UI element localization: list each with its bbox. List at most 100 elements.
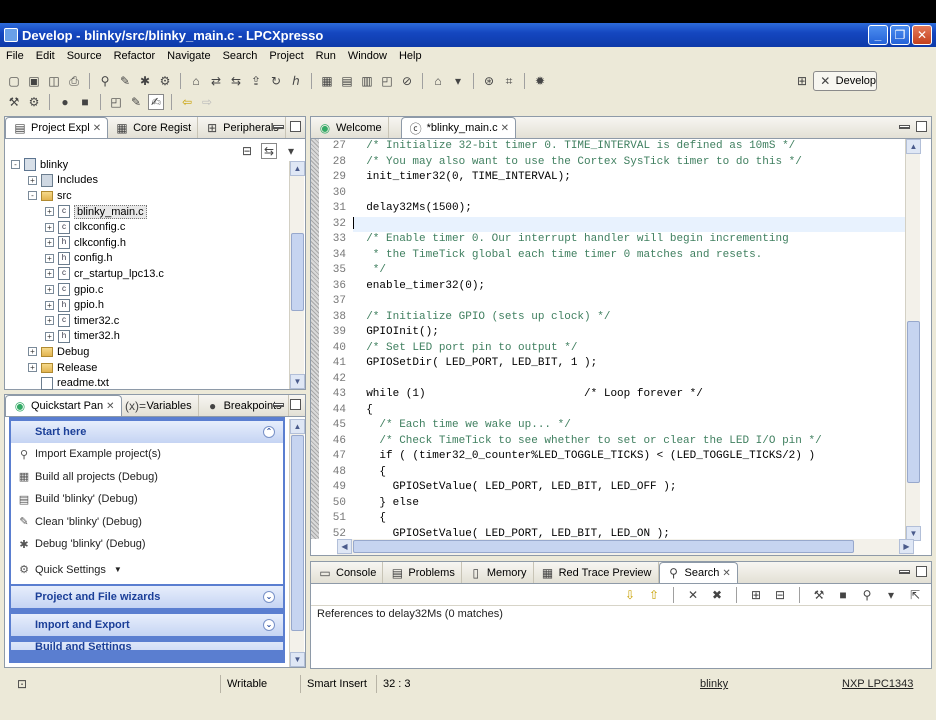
minimize-view-icon[interactable] [273, 125, 284, 129]
quick-settings-link[interactable]: ⚙ Quick Settings ▼ [11, 556, 283, 584]
tree-item[interactable]: + c cr_startup_lpc13.c [11, 266, 164, 282]
nav-dropdown-icon[interactable]: ▾ [450, 73, 466, 89]
code-line[interactable] [353, 372, 914, 388]
code-line[interactable]: init_timer32(0, TIME_INTERVAL); [353, 170, 914, 186]
scroll-left-icon[interactable]: ◀ [337, 539, 352, 554]
collapse-chevron-icon[interactable]: ⌃ [263, 426, 275, 438]
import-export-header[interactable]: Import and Export ⌄ [11, 613, 283, 636]
build-all-link[interactable]: ▦ Build all projects (Debug) [11, 466, 283, 489]
code-line[interactable]: /* You may also want to use the Cortex S… [353, 155, 914, 171]
code-editor[interactable]: 27 28 29 30 31 32 33 34 35 36 37 38 39 40 41 42 43 44 45 46… [311, 139, 931, 555]
code-line[interactable]: /* Set LED port pin to output */ [353, 341, 914, 357]
tree-item[interactable]: + Release [11, 360, 164, 376]
collapse-all-icon[interactable]: ⊟ [239, 143, 255, 159]
tab-welcome[interactable]: ◉ Welcome [311, 117, 389, 138]
scroll-down-icon[interactable]: ▼ [290, 374, 305, 389]
clean-blinky-link[interactable]: ✎ Clean 'blinky' (Debug) [11, 511, 283, 534]
export-icon[interactable]: ⇪ [248, 73, 264, 89]
menu-source[interactable]: Source [61, 50, 108, 62]
scroll-down-icon[interactable]: ▼ [290, 652, 305, 667]
scroll-thumb[interactable] [907, 321, 920, 483]
editor-vscrollbar[interactable]: ▲ ▼ [905, 139, 921, 541]
start-here-header[interactable]: Start here ⌃ [11, 421, 283, 443]
code-line[interactable]: } else [353, 496, 914, 512]
view-menu-icon[interactable]: ▾ [883, 587, 899, 603]
menu-edit[interactable]: Edit [30, 50, 61, 62]
tree-item[interactable]: + c timer32.c [11, 313, 164, 329]
maximize-button[interactable]: ❐ [890, 25, 910, 45]
code-line[interactable]: { [353, 465, 914, 481]
menu-run[interactable]: Run [310, 50, 342, 62]
code-line[interactable]: { [353, 511, 914, 527]
expand-node-icon[interactable]: + [45, 269, 54, 279]
refresh-icon[interactable]: ↻ [268, 73, 284, 89]
code-line[interactable]: /* Enable timer 0. Our interrupt handler… [353, 232, 914, 248]
tab-memory[interactable]: ▯ Memory [462, 562, 534, 583]
maximize-editor-icon[interactable] [916, 121, 927, 132]
tree-item[interactable]: + h timer32.h [11, 329, 164, 345]
home-icon[interactable]: ⌂ [430, 73, 446, 89]
build-blinky-link[interactable]: ▤ Build 'blinky' (Debug) [11, 488, 283, 511]
chip-icon[interactable]: ▦ [319, 73, 335, 89]
code-line[interactable] [353, 216, 914, 232]
target-icon[interactable]: ⊛ [481, 73, 497, 89]
expand-chevron-icon[interactable]: ⌄ [263, 618, 275, 631]
code-line[interactable]: enable_timer32(0); [353, 279, 914, 295]
settings-icon[interactable]: ⚙ [157, 73, 173, 89]
maximize-view-icon[interactable] [290, 399, 301, 410]
expand-node-icon[interactable]: + [45, 316, 54, 326]
cancel-search-icon[interactable]: ■ [835, 587, 851, 603]
collapse-all-icon[interactable]: ⊟ [772, 587, 788, 603]
tree-item[interactable]: + c gpio.c [11, 282, 164, 298]
build-config-icon[interactable]: ⚙ [26, 94, 42, 110]
tab-search[interactable]: ⚲ Search ✕ [658, 562, 738, 583]
project-wizards-header[interactable]: Project and File wizards ⌄ [11, 585, 283, 608]
expand-node-icon[interactable]: + [45, 285, 54, 295]
bug-icon[interactable]: ✱ [137, 73, 153, 89]
forward-icon[interactable]: ⇨ [199, 94, 215, 110]
new-icon[interactable]: ▢ [6, 73, 22, 89]
develop-perspective-button[interactable]: ✕ Develop [813, 71, 877, 91]
expand-node-icon[interactable]: + [28, 363, 37, 373]
close-tab-icon[interactable]: ✕ [106, 401, 114, 412]
filter-icon[interactable]: ⌗ [501, 73, 517, 89]
import-example-link[interactable]: ⚲ Import Example project(s) [11, 443, 283, 466]
search-history-icon[interactable]: ⚲ [859, 587, 875, 603]
code-line[interactable]: /* Each time we wake up... */ [353, 418, 914, 434]
tree-item[interactable]: + h gpio.h [11, 297, 164, 313]
tree-item[interactable]: - src [11, 188, 164, 204]
expand-node-icon[interactable]: + [45, 222, 54, 232]
debug-run-icon[interactable]: ⚲ [97, 73, 113, 89]
highlight-icon[interactable]: ✍ [148, 94, 164, 110]
tab-quickstart[interactable]: ◉ Quickstart Pan ✕ [5, 395, 122, 416]
save-all-icon[interactable]: ◫ [46, 73, 62, 89]
target-status[interactable]: NXP LPC1343 [836, 675, 932, 693]
expand-node-icon[interactable]: + [45, 300, 54, 310]
stop-icon[interactable]: ■ [77, 94, 93, 110]
tab-project-explorer[interactable]: ▤ Project Expl ✕ [5, 117, 109, 138]
open-perspective-icon[interactable]: ⊞ [794, 73, 810, 89]
close-tab-icon[interactable]: ✕ [93, 123, 101, 134]
tree-item[interactable]: + c clkconfig.c [11, 219, 164, 235]
open-type-icon[interactable]: ⇄ [208, 73, 224, 89]
header-icon[interactable]: ℎ [288, 73, 304, 89]
quickstart-scrollbar[interactable]: ▲ ▼ [289, 419, 305, 667]
code-line[interactable]: * the TimeTick global each time timer 0 … [353, 248, 914, 264]
tab-console[interactable]: ▭ Console [311, 562, 384, 583]
expand-node-icon[interactable]: + [45, 253, 54, 263]
tree-item[interactable]: + h clkconfig.h [11, 235, 164, 251]
close-tab-icon[interactable]: ✕ [722, 568, 730, 579]
pin-icon[interactable]: ⇱ [907, 587, 923, 603]
close-tab-icon[interactable]: ✕ [501, 123, 509, 134]
code-line[interactable]: /* Check TimeTick to see whether to set … [353, 434, 914, 450]
tab-variables[interactable]: (x)= Variables [122, 395, 199, 416]
code-line[interactable]: GPIOSetDir( LED_PORT, LED_BIT, 1 ); [353, 356, 914, 372]
minimize-button[interactable]: _ [868, 25, 888, 45]
scroll-thumb[interactable] [291, 435, 304, 631]
import-icon[interactable]: ⇆ [228, 73, 244, 89]
pencil-icon[interactable]: ✎ [128, 94, 144, 110]
run-search-icon[interactable]: ⚒ [811, 587, 827, 603]
menu-help[interactable]: Help [393, 50, 428, 62]
expand-all-icon[interactable]: ⊞ [748, 587, 764, 603]
tree-item[interactable]: + c blinky_main.c [11, 204, 164, 220]
